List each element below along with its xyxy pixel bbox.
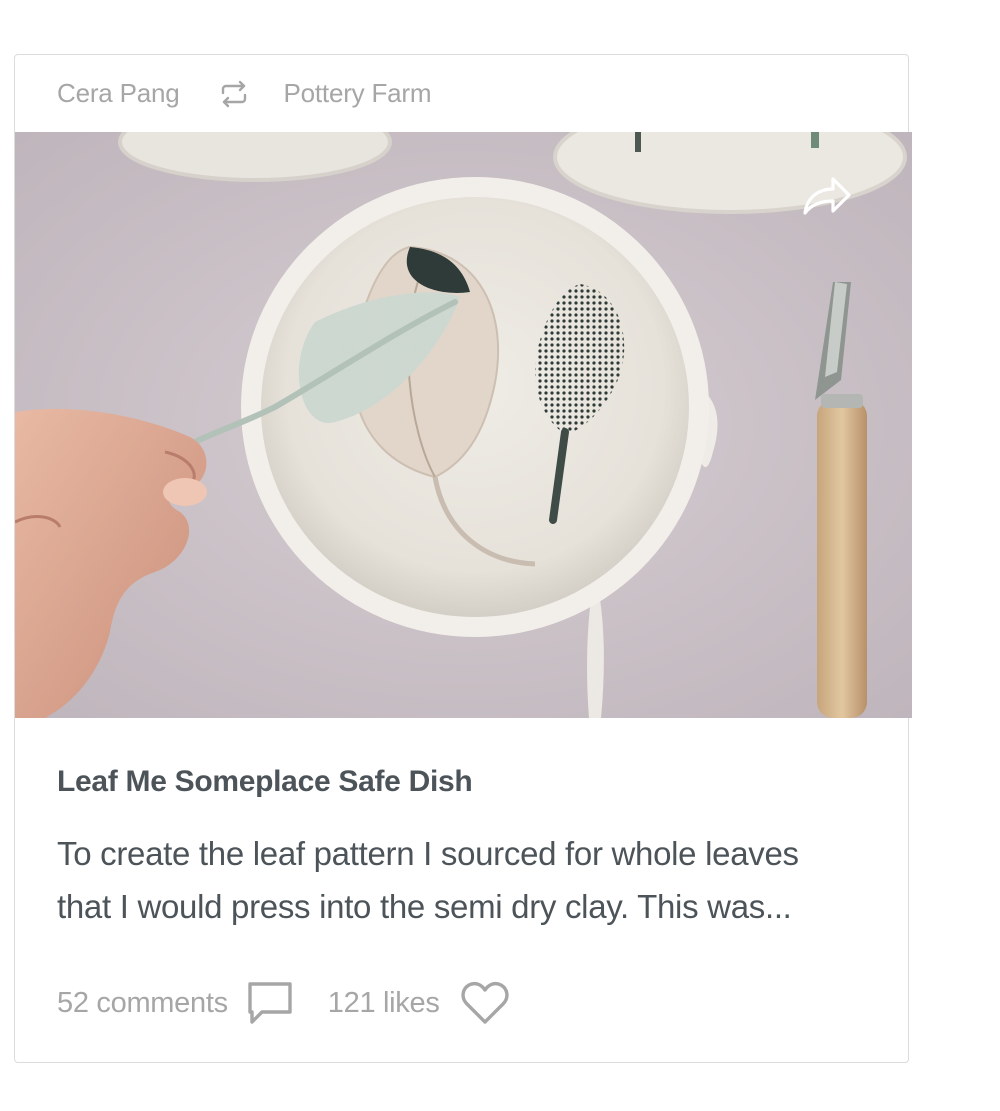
card-header: Cera Pang Pottery Farm [15,55,908,132]
post-card[interactable]: Cera Pang Pottery Farm Leaf Me Someplace… [14,54,912,1063]
comment-icon[interactable] [246,980,294,1026]
post-photo[interactable] [15,132,912,718]
pottery-photo [15,132,912,718]
share-arrow-icon[interactable] [801,173,853,219]
like-count[interactable]: 121 likes [328,987,440,1020]
comment-count[interactable]: 52 comments [57,987,228,1020]
post-description-line: To create the leaf pattern I sourced for… [57,835,799,872]
post-footer: 52 comments 121 likes [57,975,510,1031]
post-title[interactable]: Leaf Me Someplace Safe Dish [57,765,473,799]
post-description: To create the leaf pattern I sourced for… [57,827,877,933]
author-name[interactable]: Cera Pang [57,78,180,109]
shop-name[interactable]: Pottery Farm [284,78,432,109]
post-description-line: that I would press into the semi dry cla… [57,888,792,925]
heart-icon[interactable] [460,980,510,1026]
repost-icon [221,80,246,107]
